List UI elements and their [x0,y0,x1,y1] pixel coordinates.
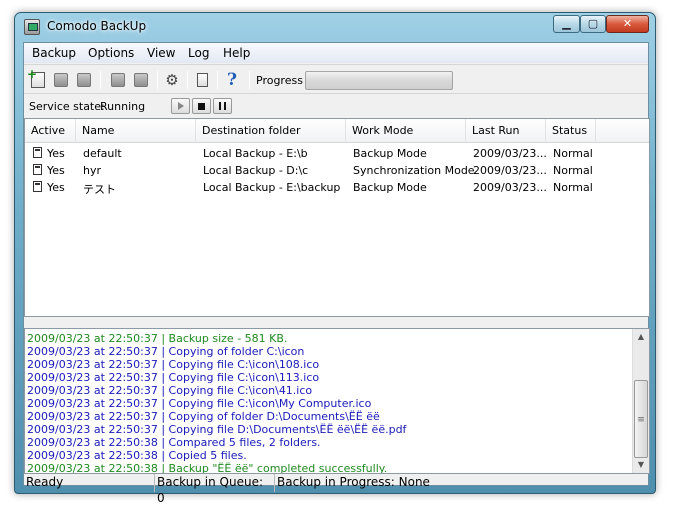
progress-label: Progress [256,74,303,87]
menu-help[interactable]: Help [223,46,250,60]
play-icon [177,102,184,110]
service-state-value: Running [100,100,146,113]
app-window: Comodo BackUp ▁ ▢ ✕ Backup Options View … [14,12,656,505]
minimize-button[interactable]: ▁ [553,15,580,33]
delete-backup-icon [77,73,91,87]
backup-job-icon [33,181,42,192]
cell-work-mode: Synchronization Mode [353,164,475,177]
run-backup-button[interactable] [108,70,128,90]
restore-button[interactable] [51,70,71,90]
log-line: 2009/03/23 at 22:50:38 | Copied 5 files. [27,449,247,462]
backup-job-icon [33,164,42,175]
column-header-active[interactable]: Active [25,119,76,143]
column-header-last-run[interactable]: Last Run [466,119,546,143]
menu-options[interactable]: Options [88,46,134,60]
toolbar-separator [157,71,158,89]
log-button[interactable] [192,70,212,90]
backup-job-icon [33,147,42,158]
table-row[interactable]: Yes default Local Backup - E:\b Backup M… [25,145,649,162]
client-area: Backup Options View Log Help ⚙ ? Progres… [23,42,650,505]
log-panel[interactable]: 2009/03/23 at 22:50:37 | Backup size - 5… [24,328,650,474]
run-backup-icon [111,73,125,87]
column-header-destination[interactable]: Destination folder [196,119,346,143]
cell-active: Yes [47,147,65,160]
cell-destination: Local Backup - E:\backup [203,181,341,194]
menu-backup[interactable]: Backup [32,46,76,60]
status-in-progress: Backup in Progress: None [277,475,430,489]
column-header-work-mode[interactable]: Work Mode [346,119,466,143]
log-line: 2009/03/23 at 22:50:37 | Backup size - 5… [27,332,288,345]
toolbar-separator [100,71,101,89]
stop-backup-button[interactable] [131,70,151,90]
window-title: Comodo BackUp [47,19,147,33]
column-header-status[interactable]: Status [546,119,596,143]
log-line: 2009/03/23 at 22:50:37 | Copying file C:… [27,371,320,384]
cell-last-run: 2009/03/23... [473,164,547,177]
log-line: 2009/03/23 at 22:50:38 | Backup "ЁЁ ёё" … [27,462,388,474]
cell-destination: Local Backup - E:\b [203,147,308,160]
menu-log[interactable]: Log [188,46,209,60]
log-line: 2009/03/23 at 22:50:37 | Copying file C:… [27,397,372,410]
cell-status: Normal [553,147,593,160]
cell-destination: Local Backup - D:\c [203,164,309,177]
table-row[interactable]: Yes テスト Local Backup - E:\backup Backup … [25,179,649,196]
cell-status: Normal [553,181,593,194]
status-ready: Ready [24,474,155,492]
log-line: 2009/03/23 at 22:50:37 | Copying file C:… [27,358,320,371]
pause-icon [219,102,226,110]
service-start-button[interactable] [171,98,190,114]
cell-status: Normal [553,164,593,177]
cell-name: テスト [83,183,116,196]
cell-last-run: 2009/03/23... [473,147,547,160]
list-header: Active Name Destination folder Work Mode… [25,119,649,143]
title-bar[interactable]: Comodo BackUp ▁ ▢ ✕ [15,13,655,41]
cell-work-mode: Backup Mode [353,181,427,194]
restore-icon [54,73,68,87]
scroll-up-arrow-icon[interactable]: ▲ [633,329,649,345]
delete-backup-button[interactable] [74,70,94,90]
log-line: 2009/03/23 at 22:50:37 | Copying file D:… [27,423,407,436]
toolbar: ⚙ ? Progress [24,64,648,94]
menu-view[interactable]: View [147,46,175,60]
cell-active: Yes [47,181,65,194]
menu-bar: Backup Options View Log Help [24,43,648,63]
new-backup-icon [27,67,45,88]
stop-icon [198,102,205,110]
service-pause-button[interactable] [213,98,232,114]
log-line: 2009/03/23 at 22:50:37 | Copying of fold… [27,410,380,423]
scroll-down-arrow-icon[interactable]: ▼ [633,457,649,473]
column-header-name[interactable]: Name [76,119,196,143]
cell-name: hyr [83,164,102,177]
log-line: 2009/03/23 at 22:50:37 | Copying file C:… [27,384,313,397]
cell-name: default [83,147,122,160]
table-row[interactable]: Yes hyr Local Backup - D:\c Synchronizat… [25,162,649,179]
toolbar-separator [217,71,218,89]
status-bar: Ready Backup in Queue: 0 Backup in Progr… [24,474,650,505]
settings-button[interactable]: ⚙ [162,70,182,90]
service-state-bar: Service state: Running [24,95,648,117]
service-stop-button[interactable] [192,98,211,114]
log-document-icon [196,73,208,87]
settings-gear-icon: ⚙ [165,70,179,89]
stop-backup-icon [134,73,148,87]
maximize-button[interactable]: ▢ [580,15,606,33]
help-icon: ? [227,69,237,90]
scroll-thumb[interactable]: ≡ [634,380,648,458]
toolbar-separator [249,71,250,89]
backup-list: Active Name Destination folder Work Mode… [24,118,650,317]
close-button[interactable]: ✕ [606,15,649,33]
progress-bar [305,71,453,90]
toolbar-separator [187,71,188,89]
new-backup-button[interactable] [27,67,48,90]
log-line: 2009/03/23 at 22:50:37 | Copying of fold… [27,345,305,358]
app-icon [24,19,40,35]
cell-work-mode: Backup Mode [353,147,427,160]
cell-last-run: 2009/03/23... [473,181,547,194]
status-queue: Backup in Queue: 0 [155,474,275,505]
cell-active: Yes [47,164,65,177]
log-line: 2009/03/23 at 22:50:38 | Compared 5 file… [27,436,321,449]
log-scrollbar[interactable]: ▲ ≡ ▼ [632,329,649,473]
help-button[interactable]: ? [222,70,242,90]
service-state-label: Service state: [29,100,105,113]
